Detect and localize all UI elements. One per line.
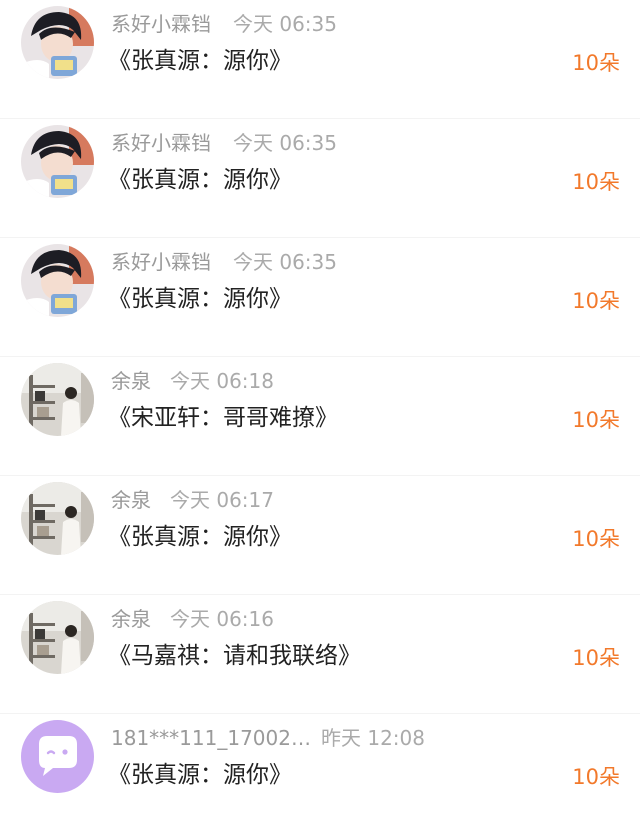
gift-title[interactable]: 《张真源：源你》 <box>108 520 292 554</box>
username[interactable]: 余泉 <box>111 367 151 395</box>
gift-title[interactable]: 《张真源：源你》 <box>108 758 292 792</box>
timestamp: 今天 06:35 <box>233 12 337 36</box>
girl-room-avatar-icon[interactable] <box>21 363 94 436</box>
boy-avatar-icon[interactable] <box>21 125 94 198</box>
list-item[interactable]: 余泉 今天 06:17 《张真源：源你》 10朵 <box>0 476 640 595</box>
username[interactable]: 系好小霖铛 <box>111 248 211 276</box>
chat-bubble-avatar-icon[interactable] <box>21 720 94 793</box>
list-item[interactable]: 181***111_17002… 昨天 12:08 《张真源：源你》 10朵 <box>0 714 640 833</box>
list-item[interactable]: 系好小霖铛 今天 06:35 《张真源：源你》 10朵 <box>0 0 640 119</box>
gift-title[interactable]: 《张真源：源你》 <box>108 163 292 197</box>
gift-amount: 10朵 <box>572 646 620 670</box>
gift-amount: 10朵 <box>572 170 620 194</box>
gift-amount: 10朵 <box>572 289 620 313</box>
timestamp: 今天 06:18 <box>170 369 274 393</box>
list-item[interactable]: 余泉 今天 06:18 《宋亚轩：哥哥难撩》 10朵 <box>0 357 640 476</box>
timestamp: 昨天 12:08 <box>321 726 425 750</box>
gift-record-list: 系好小霖铛 今天 06:35 《张真源：源你》 10朵 系好小霖铛 今天 06:… <box>0 0 640 820</box>
gift-amount: 10朵 <box>572 408 620 432</box>
girl-room-avatar-icon[interactable] <box>21 482 94 555</box>
gift-amount: 10朵 <box>572 527 620 551</box>
list-item[interactable]: 系好小霖铛 今天 06:35 《张真源：源你》 10朵 <box>0 119 640 238</box>
timestamp: 今天 06:35 <box>233 131 337 155</box>
timestamp: 今天 06:17 <box>170 488 274 512</box>
username[interactable]: 余泉 <box>111 605 151 633</box>
list-item[interactable]: 系好小霖铛 今天 06:35 《张真源：源你》 10朵 <box>0 238 640 357</box>
username[interactable]: 系好小霖铛 <box>111 129 211 157</box>
username[interactable]: 181***111_17002… <box>111 724 311 752</box>
timestamp: 今天 06:16 <box>170 607 274 631</box>
gift-title[interactable]: 《马嘉祺：请和我联络》 <box>108 639 361 673</box>
girl-room-avatar-icon[interactable] <box>21 601 94 674</box>
boy-avatar-icon[interactable] <box>21 244 94 317</box>
gift-title[interactable]: 《宋亚轩：哥哥难撩》 <box>108 401 338 435</box>
username[interactable]: 余泉 <box>111 486 151 514</box>
list-item[interactable]: 余泉 今天 06:16 《马嘉祺：请和我联络》 10朵 <box>0 595 640 714</box>
gift-amount: 10朵 <box>572 51 620 75</box>
boy-avatar-icon[interactable] <box>21 6 94 79</box>
gift-title[interactable]: 《张真源：源你》 <box>108 44 292 78</box>
timestamp: 今天 06:35 <box>233 250 337 274</box>
gift-amount: 10朵 <box>572 765 620 789</box>
username[interactable]: 系好小霖铛 <box>111 10 211 38</box>
gift-title[interactable]: 《张真源：源你》 <box>108 282 292 316</box>
